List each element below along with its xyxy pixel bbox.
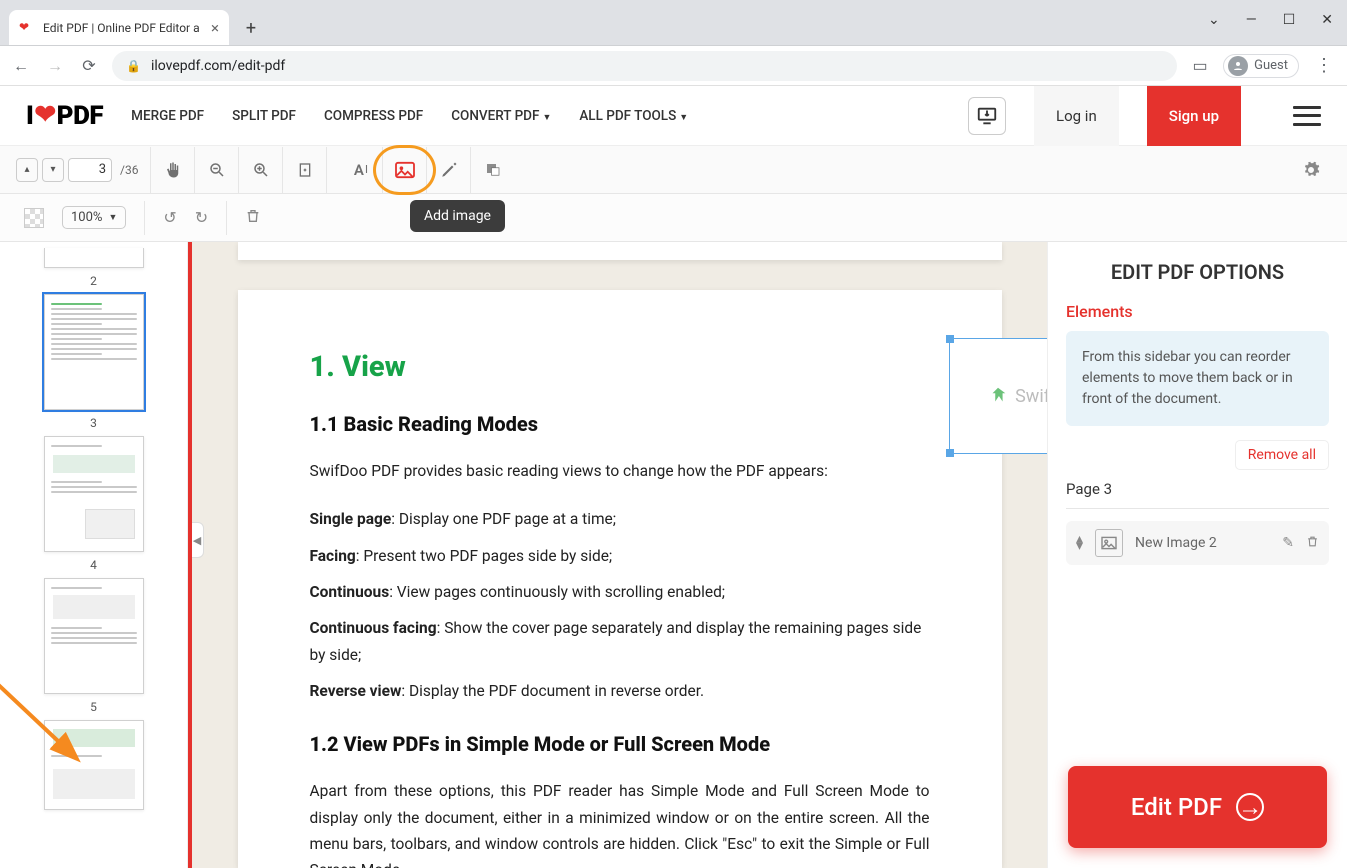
avatar-icon <box>1228 56 1248 76</box>
panel-page-label: Page 3 <box>1066 480 1329 509</box>
remove-all-button[interactable]: Remove all <box>1235 440 1329 470</box>
image-type-icon <box>1095 529 1123 557</box>
draw-tool-icon[interactable] <box>427 147 471 193</box>
thumbnail-page-2[interactable] <box>44 248 144 268</box>
image-zoom-select[interactable]: 100% ▼ <box>62 206 126 229</box>
element-name: New Image 2 <box>1135 535 1217 551</box>
guest-profile-chip[interactable]: Guest <box>1223 54 1299 78</box>
shape-tool-icon[interactable] <box>471 147 515 193</box>
edit-pdf-cta-button[interactable]: Edit PDF → <box>1068 766 1327 848</box>
forward-button[interactable]: → <box>44 55 66 77</box>
nav-convert[interactable]: CONVERT PDF▼ <box>451 108 551 124</box>
page-number-input[interactable] <box>68 158 112 182</box>
browser-menu-icon[interactable]: ⋮ <box>1311 55 1337 76</box>
thumbnail-label: 4 <box>90 558 97 572</box>
document-viewport[interactable]: ◀ SwifDoo PDF 1. View 1.1 Basic Reading … <box>188 242 1047 868</box>
reload-button[interactable]: ⟳ <box>78 55 100 77</box>
doc-text: Apart from these options, this PDF reade… <box>310 778 930 868</box>
page-up-button[interactable]: ▴ <box>16 158 38 182</box>
address-bar[interactable]: 🔒 ilovepdf.com/edit-pdf <box>112 51 1177 81</box>
zoom-in-icon[interactable] <box>239 147 283 193</box>
rotate-right-icon[interactable]: ↻ <box>195 208 208 227</box>
thumbnail-label: 2 <box>90 274 97 288</box>
thumbnail-page-4[interactable] <box>44 436 144 552</box>
settings-icon[interactable] <box>1291 161 1331 179</box>
nav-split[interactable]: SPLIT PDF <box>232 108 296 124</box>
window-dropdown-icon[interactable]: ⌄ <box>1208 12 1220 28</box>
doc-h2: 1.1 Basic Reading Modes <box>310 412 930 436</box>
options-panel: EDIT PDF OPTIONS Elements From this side… <box>1047 242 1347 868</box>
signup-button[interactable]: Sign up <box>1147 86 1241 146</box>
nav-all-tools[interactable]: ALL PDF TOOLS▼ <box>579 108 688 124</box>
guest-label: Guest <box>1254 58 1288 73</box>
fit-page-icon[interactable] <box>283 147 327 193</box>
elements-heading: Elements <box>1066 302 1329 321</box>
rotate-left-icon[interactable]: ↺ <box>163 208 176 227</box>
placed-image-element[interactable]: SwifDoo PDF <box>949 338 1048 454</box>
site-logo[interactable]: I ❤ PDF <box>26 101 103 131</box>
thumbnail-panel[interactable]: 2 3 4 5 <box>0 242 188 868</box>
pdf-page: SwifDoo PDF 1. View 1.1 Basic Reading Mo… <box>238 290 1002 868</box>
collapse-sidebar-icon[interactable]: ◀ <box>190 522 204 558</box>
delete-element-icon[interactable] <box>245 207 261 229</box>
new-tab-button[interactable]: + <box>237 14 265 42</box>
add-text-icon[interactable]: AⅠ <box>339 147 383 193</box>
lock-icon: 🔒 <box>126 59 141 73</box>
element-list-item[interactable]: ▴▾ New Image 2 ✎ <box>1066 521 1329 565</box>
doc-text: Single page: Display one PDF page at a t… <box>310 506 930 532</box>
doc-text: Facing: Present two PDF pages side by si… <box>310 543 930 569</box>
delete-element-icon[interactable] <box>1306 534 1319 553</box>
thumbnail-page-3[interactable] <box>44 294 144 410</box>
previous-page-edge <box>238 242 1002 260</box>
hamburger-menu-icon[interactable] <box>1293 106 1321 126</box>
tab-close-icon[interactable]: × <box>211 19 219 37</box>
doc-text: SwifDoo PDF provides basic reading views… <box>310 458 930 484</box>
tab-title: Edit PDF | Online PDF Editor a <box>43 21 200 35</box>
heart-icon: ❤ <box>34 100 55 130</box>
doc-text: Continuous facing: Show the cover page s… <box>310 615 930 668</box>
nav-merge[interactable]: MERGE PDF <box>131 108 204 124</box>
add-image-tooltip: Add image <box>410 200 505 232</box>
chevron-down-icon: ▼ <box>108 212 117 223</box>
doc-h2: 1.2 View PDFs in Simple Mode or Full Scr… <box>310 732 930 756</box>
arrow-right-icon: → <box>1236 793 1264 821</box>
login-button[interactable]: Log in <box>1034 86 1119 146</box>
edit-element-icon[interactable]: ✎ <box>1282 535 1294 551</box>
info-box: From this sidebar you can reorder elemen… <box>1066 331 1329 426</box>
browser-tab[interactable]: ❤ Edit PDF | Online PDF Editor a × <box>9 10 229 45</box>
opacity-checker-icon[interactable] <box>24 208 44 228</box>
page-down-button[interactable]: ▾ <box>42 158 64 182</box>
url-text: ilovepdf.com/edit-pdf <box>151 58 285 74</box>
drag-handle-icon[interactable]: ▴▾ <box>1076 536 1083 550</box>
panel-title: EDIT PDF OPTIONS <box>1048 242 1347 302</box>
watermark-text: SwifDoo PDF <box>1015 386 1047 407</box>
thumbnail-page-5[interactable] <box>44 578 144 694</box>
panel-toggle-icon[interactable]: ▭ <box>1189 55 1211 77</box>
chevron-down-icon: ▼ <box>679 113 688 123</box>
doc-text: Reverse view: Display the PDF document i… <box>310 678 930 704</box>
desktop-download-icon[interactable] <box>968 97 1006 135</box>
window-minimize-icon[interactable]: ― <box>1246 12 1257 28</box>
doc-h1: 1. View <box>310 350 930 384</box>
window-close-icon[interactable]: ✕ <box>1321 12 1333 28</box>
add-image-icon[interactable] <box>383 147 427 193</box>
back-button[interactable]: ← <box>10 55 32 77</box>
thumbnail-label: 3 <box>90 416 97 430</box>
thumbnail-label: 5 <box>90 700 97 714</box>
doc-text: Continuous: View pages continuously with… <box>310 579 930 605</box>
window-maximize-icon[interactable]: ☐ <box>1283 12 1296 28</box>
pan-tool-icon[interactable] <box>151 147 195 193</box>
zoom-out-icon[interactable] <box>195 147 239 193</box>
page-total-label: /36 <box>120 163 138 177</box>
chevron-down-icon: ▼ <box>542 113 551 123</box>
nav-compress[interactable]: COMPRESS PDF <box>324 108 423 124</box>
thumbnail-page-6[interactable] <box>44 720 144 810</box>
favicon-icon: ❤ <box>19 20 35 36</box>
